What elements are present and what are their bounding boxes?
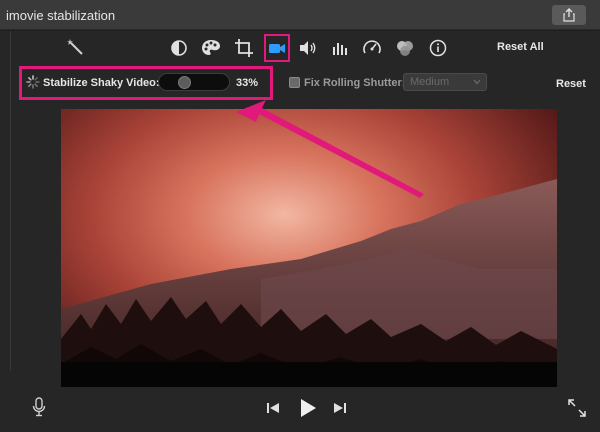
spinner-icon	[26, 75, 40, 89]
skip-back-icon[interactable]	[266, 401, 280, 415]
fix-rolling-shutter-label: Fix Rolling Shutter:	[304, 77, 406, 89]
rolling-shutter-value: Medium	[410, 76, 450, 88]
volume-button[interactable]	[298, 38, 318, 58]
info-icon	[429, 39, 447, 57]
window-titlebar: imovie stabilization	[0, 0, 600, 30]
fullscreen-icon[interactable]	[568, 399, 586, 417]
fix-rolling-shutter-checkbox[interactable]	[289, 77, 300, 88]
video-letterbox	[61, 362, 557, 387]
crop-icon	[235, 39, 253, 57]
equalizer-button[interactable]	[330, 38, 350, 58]
clip-filter-button[interactable]	[395, 38, 415, 58]
stabilize-slider-knob[interactable]	[178, 76, 192, 89]
share-button[interactable]	[552, 5, 586, 25]
crop-button[interactable]	[234, 38, 254, 58]
magic-wand-button[interactable]	[66, 38, 86, 58]
color-balance-icon	[171, 40, 187, 56]
equalizer-icon	[333, 43, 347, 55]
color-balance-button[interactable]	[169, 38, 189, 58]
color-correction-button[interactable]	[201, 38, 221, 58]
video-camera-icon	[269, 44, 285, 53]
color-palette-icon	[202, 40, 220, 55]
share-icon	[563, 8, 575, 22]
window-title: imovie stabilization	[6, 8, 116, 23]
stabilize-slider[interactable]	[158, 73, 230, 91]
reset-all-button[interactable]: Reset All	[497, 41, 544, 53]
stabilization-button[interactable]	[267, 38, 287, 58]
stabilize-percentage: 33%	[236, 77, 259, 89]
microphone-icon[interactable]	[32, 397, 46, 417]
sidebar-divider	[10, 31, 11, 371]
reset-button[interactable]: Reset	[556, 78, 586, 90]
clip-info-button[interactable]	[428, 38, 448, 58]
chevron-down-icon	[473, 79, 481, 85]
play-icon[interactable]	[298, 398, 318, 418]
speed-button[interactable]	[362, 38, 382, 58]
filter-icon	[397, 41, 413, 56]
video-frame-image	[61, 179, 557, 387]
magic-wand-icon	[67, 39, 83, 55]
skip-forward-icon[interactable]	[333, 401, 347, 415]
video-viewer	[61, 109, 557, 387]
stabilize-shaky-video-label: Stabilize Shaky Video:	[43, 77, 160, 89]
volume-icon	[300, 41, 316, 55]
rolling-shutter-select[interactable]: Medium	[403, 73, 487, 91]
speedometer-icon	[363, 40, 381, 54]
